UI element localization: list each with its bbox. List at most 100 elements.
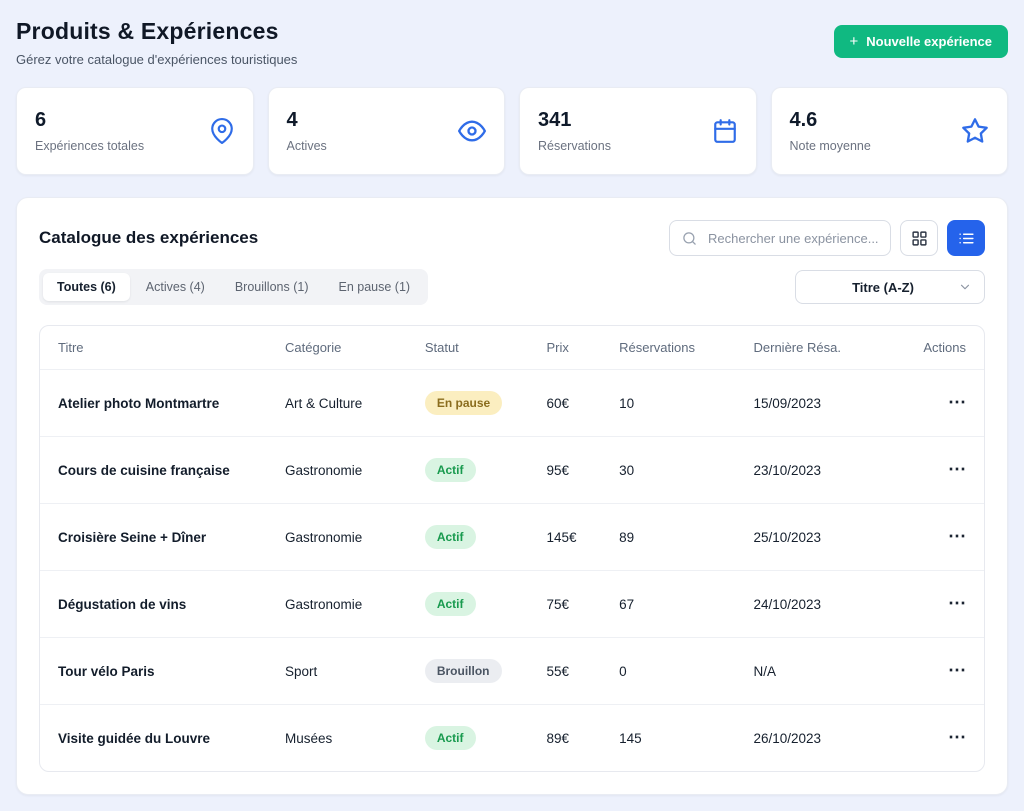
cell-actions: ⋯	[899, 664, 966, 679]
stat-card-total: 6 Expériences totales	[16, 87, 254, 175]
table-row: Cours de cuisine françaiseGastronomieAct…	[40, 436, 984, 503]
cell-reservations: 10	[619, 396, 753, 411]
catalog-panel: Catalogue des expériences	[16, 197, 1008, 795]
tab-1[interactable]: Actives (4)	[132, 273, 219, 301]
stat-label: Note moyenne	[790, 139, 871, 153]
new-experience-button[interactable]: + Nouvelle expérience	[834, 25, 1009, 58]
cell-category: Musées	[285, 731, 425, 746]
row-actions-button[interactable]: ⋯	[948, 531, 966, 541]
stat-card-reservations: 341 Réservations	[519, 87, 757, 175]
column-header: Catégorie	[285, 340, 425, 355]
cell-actions: ⋯	[899, 530, 966, 545]
stat-label: Actives	[287, 139, 327, 153]
column-header: Statut	[425, 340, 547, 355]
calendar-icon	[712, 118, 738, 144]
cell-title: Visite guidée du Louvre	[58, 731, 285, 746]
table-row: Croisière Seine + DînerGastronomieActif1…	[40, 503, 984, 570]
cell-last-reservation: 23/10/2023	[754, 463, 899, 478]
column-header: Prix	[547, 340, 620, 355]
cell-category: Gastronomie	[285, 463, 425, 478]
row-actions-button[interactable]: ⋯	[948, 598, 966, 608]
grid-icon	[911, 230, 928, 247]
cell-status: Actif	[425, 592, 547, 616]
table-header: TitreCatégorieStatutPrixRéservationsDern…	[40, 326, 984, 369]
page-subtitle: Gérez votre catalogue d'expériences tour…	[16, 52, 297, 67]
cell-status: Actif	[425, 458, 547, 482]
list-icon	[958, 230, 975, 247]
cell-actions: ⋯	[899, 396, 966, 411]
cell-title: Atelier photo Montmartre	[58, 396, 285, 411]
status-badge: Actif	[425, 592, 476, 616]
cell-status: Actif	[425, 525, 547, 549]
cell-status: Actif	[425, 726, 547, 750]
status-badge: En pause	[425, 391, 502, 415]
cell-reservations: 67	[619, 597, 753, 612]
stat-value: 4	[287, 109, 327, 132]
row-actions-button[interactable]: ⋯	[948, 464, 966, 474]
search-input[interactable]	[706, 230, 886, 247]
stat-card-active: 4 Actives	[268, 87, 506, 175]
star-icon	[961, 117, 989, 145]
stat-value: 341	[538, 109, 611, 132]
stat-label: Expériences totales	[35, 139, 144, 153]
plus-icon: +	[850, 34, 859, 49]
table-row: Dégustation de vinsGastronomieActif75€67…	[40, 570, 984, 637]
sort-value: Titre (A-Z)	[852, 280, 914, 295]
cell-last-reservation: N/A	[754, 664, 899, 679]
cell-reservations: 89	[619, 530, 753, 545]
stat-label: Réservations	[538, 139, 611, 153]
page-header: Produits & Expériences Gérez votre catal…	[16, 16, 1008, 67]
page-heading-block: Produits & Expériences Gérez votre catal…	[16, 16, 297, 67]
cell-category: Art & Culture	[285, 396, 425, 411]
tab-3[interactable]: En pause (1)	[324, 273, 424, 301]
cell-price: 55€	[547, 664, 620, 679]
cell-actions: ⋯	[899, 597, 966, 612]
grid-view-button[interactable]	[900, 220, 938, 256]
cell-last-reservation: 15/09/2023	[754, 396, 899, 411]
tab-2[interactable]: Brouillons (1)	[221, 273, 323, 301]
cell-title: Tour vélo Paris	[58, 664, 285, 679]
catalog-header: Catalogue des expériences	[39, 220, 985, 256]
column-header: Réservations	[619, 340, 753, 355]
status-badge: Actif	[425, 726, 476, 750]
status-badge: Actif	[425, 458, 476, 482]
cell-title: Cours de cuisine française	[58, 463, 285, 478]
cell-last-reservation: 25/10/2023	[754, 530, 899, 545]
cell-actions: ⋯	[899, 463, 966, 478]
search-icon	[682, 231, 697, 246]
column-header: Actions	[899, 340, 966, 355]
map-pin-icon	[209, 118, 235, 144]
tab-0[interactable]: Toutes (6)	[43, 273, 130, 301]
cell-price: 75€	[547, 597, 620, 612]
stat-value: 4.6	[790, 109, 871, 132]
row-actions-button[interactable]: ⋯	[948, 397, 966, 407]
stat-card-rating: 4.6 Note moyenne	[771, 87, 1009, 175]
search-box[interactable]	[669, 220, 891, 256]
table-body: Atelier photo MontmartreArt & CultureEn …	[40, 369, 984, 771]
cell-price: 60€	[547, 396, 620, 411]
table-row: Tour vélo ParisSportBrouillon55€0N/A⋯	[40, 637, 984, 704]
cell-actions: ⋯	[899, 731, 966, 746]
cell-title: Dégustation de vins	[58, 597, 285, 612]
sort-select[interactable]: Titre (A-Z)	[795, 270, 985, 304]
cell-category: Gastronomie	[285, 530, 425, 545]
row-actions-button[interactable]: ⋯	[948, 665, 966, 675]
column-header: Dernière Résa.	[754, 340, 899, 355]
table-row: Atelier photo MontmartreArt & CultureEn …	[40, 369, 984, 436]
status-badge: Brouillon	[425, 659, 502, 683]
experiences-table: TitreCatégorieStatutPrixRéservationsDern…	[39, 325, 985, 772]
list-view-button[interactable]	[947, 220, 985, 256]
cell-reservations: 145	[619, 731, 753, 746]
cell-reservations: 0	[619, 664, 753, 679]
table-row: Visite guidée du LouvreMuséesActif 89€145…	[40, 704, 984, 771]
page-title: Produits & Expériences	[16, 18, 297, 45]
row-actions-button[interactable]: ⋯	[948, 732, 966, 742]
cell-title: Croisière Seine + Dîner	[58, 530, 285, 545]
catalog-tabs: Toutes (6)Actives (4)Brouillons (1)En pa…	[39, 269, 428, 305]
cell-price: 89€	[547, 731, 620, 746]
column-header: Titre	[58, 340, 285, 355]
eye-icon	[458, 117, 486, 145]
cell-price: 95€	[547, 463, 620, 478]
new-experience-label: Nouvelle expérience	[866, 34, 992, 49]
chevron-down-icon	[958, 280, 972, 294]
